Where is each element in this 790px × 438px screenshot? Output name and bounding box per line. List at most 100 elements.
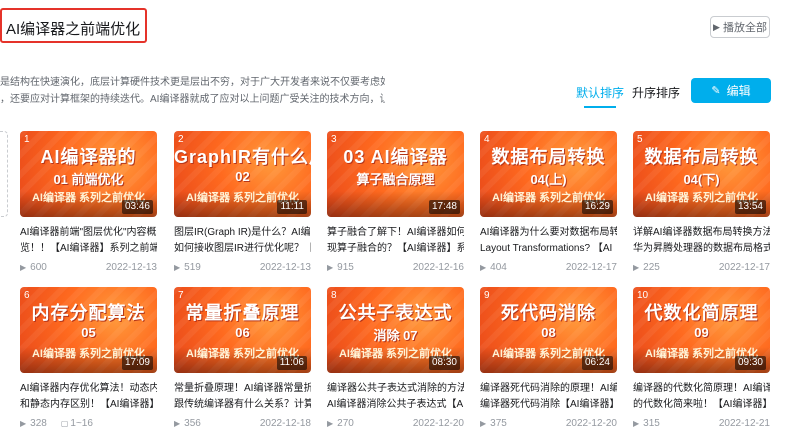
cover-title: 数据布局转换 [644,147,759,167]
cover-subtitle: 04(下) [683,172,720,187]
video-thumbnail[interactable]: 4 数据布局转换 04(上) AI编译器 系列之前优化 16:29 [480,131,617,217]
video-date: 2022-12-13 [105,262,157,273]
video-meta: ▶ 375 2022-12-20 [480,418,617,429]
video-title-line: 华为昇腾处理器的数据布局格式！ [633,243,770,254]
video-meta: ▶ 519 2022-12-13 [174,262,311,273]
video-title-line: AI编译器消除公共子表达式【AI编译 [327,399,464,410]
cover-subtitle: 算子融合原理 [356,172,435,187]
video-title-line: Layout Transformations? 【AI [480,243,613,254]
video-card[interactable]: 9 死代码消除 08 AI编译器 系列之前优化 06:24 编译器死代码消除的原… [480,287,617,429]
cover-subtitle: 01 前端优化 [53,172,124,187]
video-title[interactable]: AI编译器内存优化算法！动态内存 和静态内存区别！【AI编译器】前 [20,381,157,413]
video-title[interactable]: AI编译器前端"图层优化"内容概 览！！【AI编译器】系列之前端优 [20,225,157,257]
edit-label: 编辑 [726,84,751,98]
video-title[interactable]: AI编译器为什么要对数据布局转换呢 Layout Transformations… [480,225,617,257]
play-count-icon: ▶ [327,263,334,272]
video-title-line: 图层IR(Graph IR)是什么？AI编译器 [174,227,311,238]
cover-subtitle: 06 [235,325,250,340]
play-count-icon: ▶ [174,263,181,272]
video-duration: 17:09 [121,356,153,370]
video-card[interactable]: 6 内存分配算法 05 AI编译器 系列之前优化 17:09 AI编译器内存优化… [20,287,157,429]
video-meta: ▶ 225 2022-12-17 [633,262,770,273]
video-thumbnail[interactable]: 1 AI编译器的 01 前端优化 AI编译器 系列之前优化 03:46 [20,131,157,217]
cover-subtitle: 消除 07 [373,328,418,343]
video-duration: 06:24 [581,356,613,370]
video-title[interactable]: 编译器公共子表达式消除的方法！ AI编译器消除公共子表达式【AI编译 [327,381,464,413]
video-thumbnail[interactable]: 5 数据布局转换 04(下) AI编译器 系列之前优化 13:54 [633,131,770,217]
video-title-line: AI编译器内存优化算法！动态内存 [20,383,157,394]
video-thumbnail[interactable]: 2 GraphIR有什么用 02 AI编译器 系列之前优化 11:11 [174,131,311,217]
cover-subtitle: 05 [81,325,96,340]
cover-subtitle: 08 [541,325,556,340]
add-video-placeholder[interactable] [0,131,8,217]
play-count: 375 [490,418,507,429]
video-duration: 11:06 [276,356,307,370]
video-pages: ▢ 1~16 [61,418,93,429]
play-all-button[interactable]: ▶ 播放全部 [710,16,770,38]
video-title[interactable]: 算子融合了解下！AI编译器如何实 现算子融合的？【AI编译器】系列 [327,225,464,257]
video-title-line: 常量折叠原理！AI编译器常量折叠 [174,383,311,394]
sort-ascending-tab[interactable]: 升序排序 [632,84,680,101]
video-title[interactable]: 详解AI编译器数据布局转换方法！ 华为昇腾处理器的数据布局格式！ [633,225,770,257]
play-count-icon: ▶ [20,419,27,428]
video-card[interactable]: 2 GraphIR有什么用 02 AI编译器 系列之前优化 11:11 图层IR… [174,131,311,273]
sort-default-tab[interactable]: 默认排序 [576,84,624,108]
video-title-line: 算子融合了解下！AI编译器如何实 [327,227,464,238]
cover-title: 代数化简原理 [644,303,759,323]
video-date: 2022-12-18 [259,418,311,429]
video-thumbnail[interactable]: 8 公共子表达式 消除 07 AI编译器 系列之前优化 08:30 [327,287,464,373]
video-title-line: 编译器公共子表达式消除的方法！ [327,383,464,394]
cover-title: 03 AI编译器 [343,147,448,167]
video-card[interactable]: 1 AI编译器的 01 前端优化 AI编译器 系列之前优化 03:46 AI编译… [20,131,157,273]
play-count-icon: ▶ [480,419,487,428]
video-meta: ▶ 404 2022-12-17 [480,262,617,273]
video-date: 2022-12-20 [565,418,617,429]
video-duration: 08:30 [428,356,460,370]
video-title[interactable]: 编译器的代数化简原理！AI编译器 的代数化简来啦！【AI编译器】系 [633,381,770,413]
video-card[interactable]: 4 数据布局转换 04(上) AI编译器 系列之前优化 16:29 AI编译器为… [480,131,617,273]
video-meta: ▶ 328 ▢ 1~16 [20,418,157,429]
edit-button[interactable]: ✎ 编辑 [691,78,771,103]
video-duration: 09:30 [734,356,766,370]
play-count-icon: ▶ [327,419,334,428]
video-card[interactable]: 5 数据布局转换 04(下) AI编译器 系列之前优化 13:54 详解AI编译… [633,131,770,273]
video-card[interactable]: 8 公共子表达式 消除 07 AI编译器 系列之前优化 08:30 编译器公共子… [327,287,464,429]
video-pages-value: 1~16 [70,418,93,429]
edit-icon: ✎ [711,85,721,97]
play-count: 356 [184,418,201,429]
video-thumbnail[interactable]: 7 常量折叠原理 06 AI编译器 系列之前优化 11:06 [174,287,311,373]
video-thumbnail[interactable]: 3 03 AI编译器 算子融合原理 17:48 [327,131,464,217]
play-count-icon: ▶ [20,263,27,272]
collection-description: 是结构在快速演化，底层计算硬件技术更是层出不穷，对于广大开发者来说不仅要考虑如何… [0,74,385,108]
video-duration: 03:46 [121,200,153,214]
cover-title: 常量折叠原理 [185,303,300,323]
video-date: 2022-12-21 [718,418,770,429]
play-count: 328 [30,418,47,429]
video-thumbnail[interactable]: 6 内存分配算法 05 AI编译器 系列之前优化 17:09 [20,287,157,373]
video-title-line: AI编译器为什么要对数据布局转换呢 [480,227,617,238]
play-count-icon: ▶ [633,263,640,272]
video-duration: 17:48 [428,200,460,214]
cover-title: AI编译器的 [40,147,137,167]
cover-title: 数据布局转换 [491,147,606,167]
video-card[interactable]: 10 代数化简原理 09 AI编译器 系列之前优化 09:30 编译器的代数化简… [633,287,770,429]
video-title-line: 详解AI编译器数据布局转换方法！ [633,227,770,238]
video-title[interactable]: 图层IR(Graph IR)是什么？AI编译器 如何接收图层IR进行优化呢？【A… [174,225,311,257]
video-title-line: 和静态内存区别！【AI编译器】前 [20,399,157,410]
video-title-line: AI编译器前端"图层优化"内容概 [20,227,157,238]
play-count: 519 [184,262,201,273]
play-count: 315 [643,418,660,429]
video-meta: ▶ 270 2022-12-20 [327,418,464,429]
cover-subtitle: 04(上) [530,172,567,187]
video-duration: 11:11 [277,200,307,214]
video-title[interactable]: 常量折叠原理！AI编译器常量折叠 跟传统编译器有什么关系？计算图也 [174,381,311,413]
video-title-line: 的代数化简来啦！【AI编译器】系 [633,399,770,410]
video-thumbnail[interactable]: 9 死代码消除 08 AI编译器 系列之前优化 06:24 [480,287,617,373]
video-title-line: 编译器死代码消除【AI编译器】系列 [480,399,617,410]
video-title[interactable]: 编译器死代码消除的原理！AI编译器 编译器死代码消除【AI编译器】系列 [480,381,617,413]
video-card[interactable]: 7 常量折叠原理 06 AI编译器 系列之前优化 11:06 常量折叠原理！AI… [174,287,311,429]
play-count: 600 [30,262,47,273]
video-thumbnail[interactable]: 10 代数化简原理 09 AI编译器 系列之前优化 09:30 [633,287,770,373]
video-card[interactable]: 3 03 AI编译器 算子融合原理 17:48 算子融合了解下！AI编译器如何实… [327,131,464,273]
video-meta: ▶ 600 2022-12-13 [20,262,157,273]
